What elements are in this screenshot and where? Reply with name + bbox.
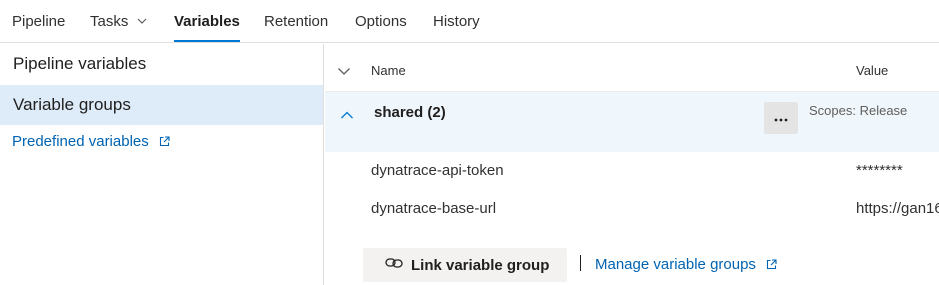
tab-tasks-label: Tasks xyxy=(90,13,129,30)
variable-name: dynatrace-base-url xyxy=(371,200,497,217)
group-scopes: Scopes: Release xyxy=(809,103,908,118)
variable-value: https://gan16 xyxy=(856,200,939,217)
chevron-up-icon[interactable] xyxy=(340,108,354,127)
manage-variable-groups-label: Manage variable groups xyxy=(595,256,756,273)
variables-left-nav: Pipeline variables Variable groups Prede… xyxy=(0,44,324,285)
link-icon xyxy=(385,256,403,275)
variable-group-row[interactable] xyxy=(325,92,939,152)
action-divider xyxy=(580,255,581,271)
tab-options[interactable]: Options xyxy=(355,13,407,31)
tab-bar: Pipeline Tasks Variables Retention Optio… xyxy=(0,0,939,43)
tab-tasks[interactable]: Tasks xyxy=(90,13,147,31)
predefined-variables-label: Predefined variables xyxy=(12,133,149,150)
column-header-name: Name xyxy=(371,63,406,78)
column-header-value: Value xyxy=(856,63,889,78)
variable-name: dynatrace-api-token xyxy=(371,162,504,179)
tab-history[interactable]: History xyxy=(433,13,480,31)
external-link-icon xyxy=(766,257,777,274)
chevron-down-icon xyxy=(137,13,147,31)
link-variable-group-label: Link variable group xyxy=(411,256,550,274)
link-variable-group-button[interactable]: Link variable group xyxy=(363,248,567,282)
more-options-button[interactable] xyxy=(764,102,798,134)
tab-variables[interactable]: Variables xyxy=(174,13,240,31)
chevron-down-icon[interactable] xyxy=(337,64,351,83)
tab-pipeline[interactable]: Pipeline xyxy=(12,13,65,31)
manage-variable-groups-link[interactable]: Manage variable groups xyxy=(595,256,777,274)
nav-pipeline-variables[interactable]: Pipeline variables xyxy=(0,44,323,84)
tab-retention[interactable]: Retention xyxy=(264,13,328,31)
nav-variable-groups[interactable]: Variable groups xyxy=(0,85,323,125)
variables-table-header xyxy=(325,44,939,92)
predefined-variables-link[interactable]: Predefined variables xyxy=(12,133,170,151)
active-tab-indicator xyxy=(174,40,240,42)
external-link-icon xyxy=(159,134,170,151)
variable-value: ******** xyxy=(856,162,903,179)
more-icon xyxy=(774,109,788,127)
variable-group-name: shared (2) xyxy=(374,104,446,121)
